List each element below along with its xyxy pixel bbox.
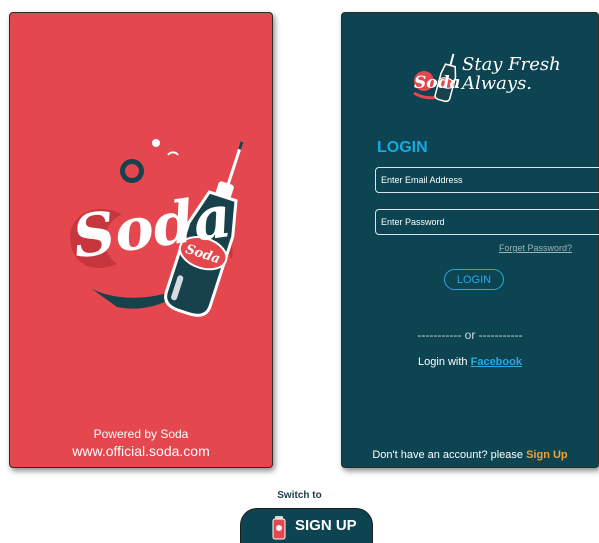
login-with-text: Login with xyxy=(418,356,471,368)
sign-up-label: SIGN UP xyxy=(295,517,357,534)
tagline-line2: Always. xyxy=(462,73,533,94)
brand-logo-text: Soda xyxy=(414,73,461,93)
password-field[interactable] xyxy=(375,209,599,235)
facebook-login-row: Login with Facebook xyxy=(342,356,598,368)
tagline-line1: Stay Fresh xyxy=(462,54,561,75)
website-link[interactable]: www.official.soda.com xyxy=(10,443,272,459)
signup-prompt: Don't have an account? please Sign Up xyxy=(342,449,598,461)
login-screen: Soda Stay Fresh Always. LOGIN Forget Pas… xyxy=(341,12,599,468)
login-title: LOGIN xyxy=(377,139,428,156)
login-button[interactable]: LOGIN xyxy=(444,269,504,290)
powered-by-text: Powered by Soda xyxy=(93,427,189,441)
soda-bottle-icon: Soda xyxy=(413,53,461,103)
splash-screen: Soda Soda Powered by Soda www.official.s… xyxy=(9,12,273,468)
or-divider: ----------- or ----------- xyxy=(417,328,523,342)
brand-tagline: Stay Fresh Always. xyxy=(462,55,582,93)
switch-to-label: Switch to xyxy=(277,490,322,501)
soda-can-icon xyxy=(272,516,286,540)
sign-up-switch-button[interactable]: SIGN UP xyxy=(240,508,373,543)
soda-logo-icon: Soda Soda xyxy=(69,139,244,317)
sign-up-link[interactable]: Sign Up xyxy=(526,449,568,461)
brand-header: Soda Stay Fresh Always. xyxy=(412,53,582,113)
email-field[interactable] xyxy=(375,167,599,193)
forget-password-link[interactable]: Forget Password? xyxy=(499,243,572,253)
no-account-text: Don't have an account? please xyxy=(372,449,527,461)
facebook-link[interactable]: Facebook xyxy=(471,356,522,368)
